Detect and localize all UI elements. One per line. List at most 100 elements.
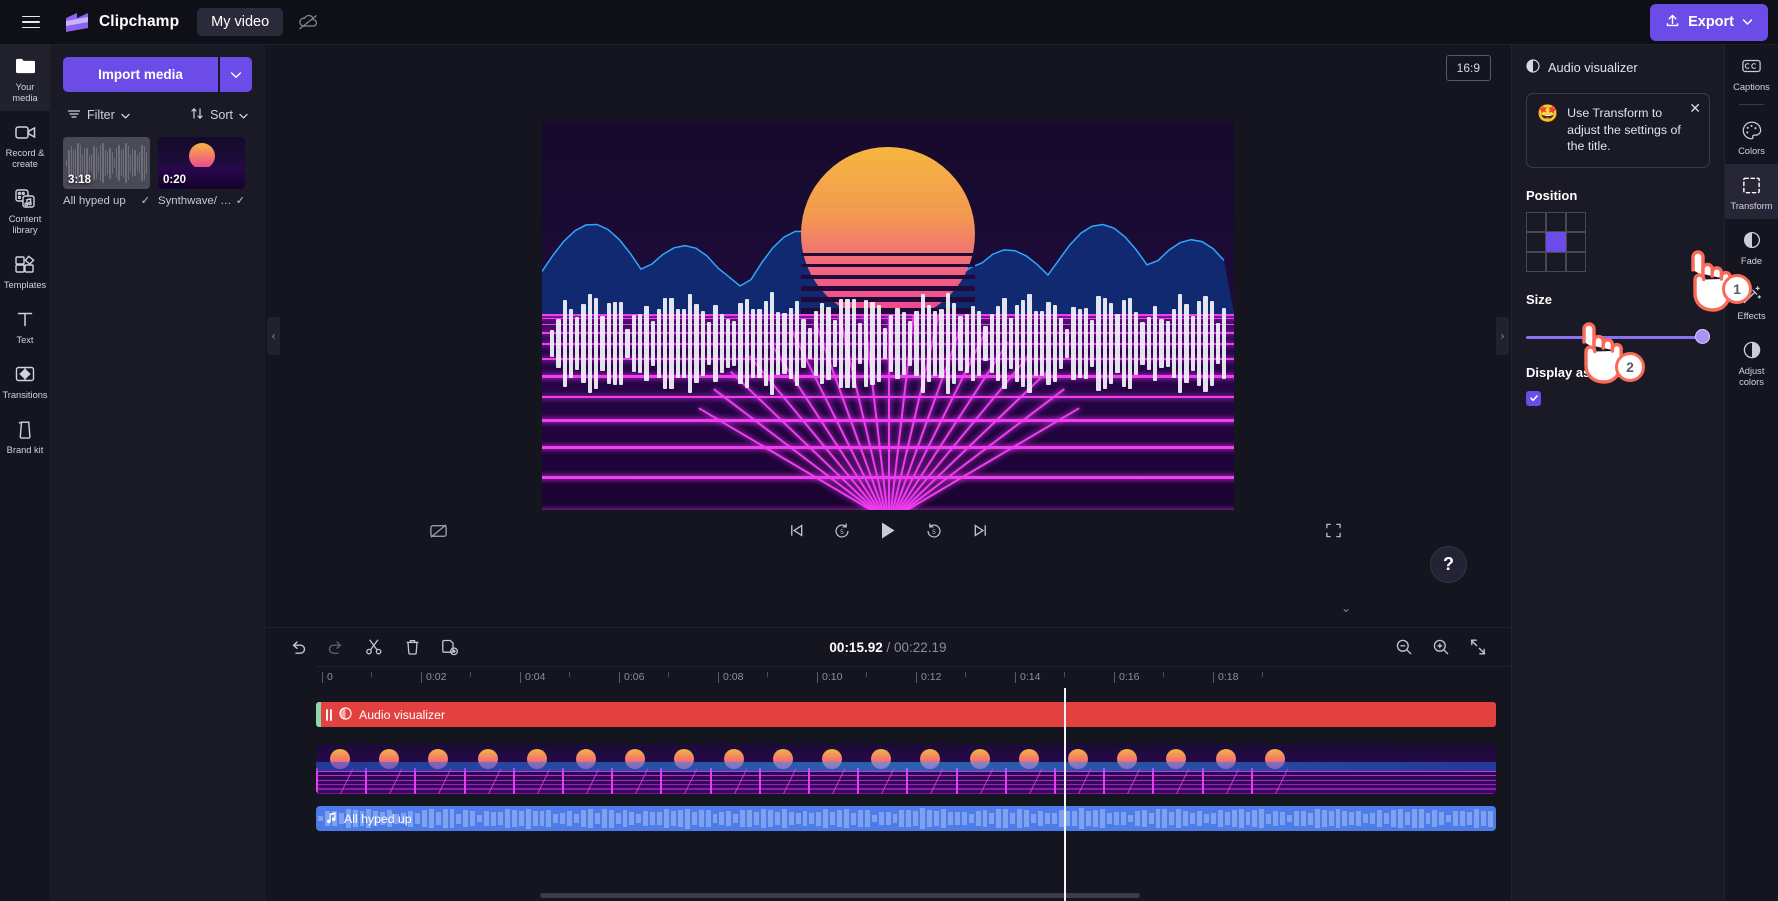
sidebar-item-record-create[interactable]: Record & create (0, 111, 50, 177)
timeline-ruler[interactable]: 0 0:02 0:04 0:06 0:08 0:10 0:12 0:14 0:16 0:18 (316, 666, 1511, 688)
rail-item-captions[interactable]: Captions (1725, 45, 1778, 100)
fit-to-screen-icon[interactable] (1467, 636, 1489, 658)
clipchamp-logo-icon (64, 12, 90, 33)
rail-item-adjust-colors[interactable]: Adjust colors (1725, 329, 1778, 395)
transport-controls: 5 5 (783, 518, 993, 544)
position-cell-bottom-left[interactable] (1526, 251, 1546, 272)
sidebar-item-your-media[interactable]: Your media (0, 45, 50, 111)
captions-off-icon[interactable] (425, 518, 451, 544)
aspect-ratio-button[interactable]: 16:9 (1445, 55, 1491, 81)
help-button[interactable]: ? (1430, 546, 1467, 583)
ruler-minor-tick (668, 672, 669, 677)
sidebar-item-label: Transitions (2, 390, 48, 400)
position-cell-top-right[interactable] (1566, 211, 1586, 232)
palette-icon (1740, 118, 1764, 142)
hamburger-icon[interactable] (14, 5, 48, 39)
tooltip-text: Use Transform to adjust the settings of … (1567, 106, 1681, 153)
play-button[interactable] (875, 518, 901, 544)
sidebar-item-content-library[interactable]: Content library (0, 177, 50, 243)
position-cell-bottom-center[interactable] (1546, 251, 1566, 272)
scissors-icon[interactable] (363, 636, 385, 658)
media-item[interactable]: 3:18 All hyped up ✓ (63, 137, 150, 207)
rail-item-colors[interactable]: Colors (1725, 109, 1778, 164)
zoom-in-icon[interactable] (1430, 636, 1452, 658)
properties-panel: Audio visualizer 🤩 Use Transform to adju… (1511, 45, 1724, 901)
timeline: 00:15.92 / 00:22.19 0 0:02 0:04 0:06 0:0… (265, 627, 1511, 901)
cloud-off-icon[interactable] (295, 9, 321, 35)
position-cell-middle-center[interactable] (1546, 231, 1566, 252)
sidebar-item-templates[interactable]: Templates (0, 243, 50, 298)
svg-text:5: 5 (840, 528, 844, 535)
redo-icon[interactable] (325, 636, 347, 658)
clip-label: Audio visualizer (359, 707, 446, 722)
ruler-minor-tick (1064, 672, 1065, 677)
sidebar-item-transitions[interactable]: Transitions (0, 353, 50, 408)
ruler-minor-tick (866, 672, 867, 677)
ruler-tick: 0:02 (420, 671, 447, 683)
video-preview-canvas[interactable] (542, 120, 1234, 510)
trash-icon[interactable] (401, 636, 423, 658)
position-cell-top-left[interactable] (1526, 211, 1546, 232)
timeline-edit-tools (287, 636, 461, 658)
sort-arrows-icon (190, 107, 204, 123)
import-media-button[interactable]: Import media (63, 57, 218, 92)
tooltip-card: 🤩 Use Transform to adjust the settings o… (1526, 93, 1710, 168)
timeline-clip-audio-visualizer[interactable]: Audio visualizer (316, 702, 1496, 727)
time-separator: / (886, 639, 891, 655)
sidebar-item-brand-kit[interactable]: Brand kit (0, 408, 50, 463)
display-as-bars-checkbox[interactable] (1526, 390, 1541, 406)
grid-line (316, 784, 1496, 786)
check-icon: ✓ (140, 195, 150, 207)
clip-drag-handle[interactable] (326, 708, 332, 721)
ruler-tick: 0:04 (519, 671, 546, 683)
export-button[interactable]: Export (1650, 3, 1768, 41)
skip-to-end-icon[interactable] (967, 518, 993, 544)
rail-item-effects[interactable]: Effects (1725, 274, 1778, 329)
sidebar-item-text[interactable]: Text (0, 298, 50, 353)
rewind-5-icon[interactable]: 5 (829, 518, 855, 544)
sort-button[interactable]: Sort (190, 107, 248, 123)
project-name-field[interactable]: My video (197, 8, 284, 36)
media-item[interactable]: 0:20 Synthwave/ v... ✓ (158, 137, 245, 207)
position-cell-top-center[interactable] (1546, 211, 1566, 232)
sidebar-item-label: Brand kit (6, 445, 44, 455)
timeline-clip-all-hyped-up[interactable]: All hyped up (316, 806, 1496, 831)
clipchamp-app: Clipchamp My video Export Your media Rec… (0, 0, 1778, 901)
import-media-dropdown-icon[interactable] (220, 57, 252, 92)
close-icon[interactable]: ✕ (1689, 101, 1701, 115)
size-slider[interactable] (1526, 328, 1710, 345)
library-icon (13, 186, 37, 210)
audio-visualizer-bars[interactable] (542, 289, 1234, 399)
rail-item-fade[interactable]: Fade (1725, 219, 1778, 274)
timeline-clip-video[interactable] (316, 744, 1496, 794)
left-navigation-rail: Your media Record & create Content libra… (0, 45, 51, 901)
position-cell-middle-right[interactable] (1566, 231, 1586, 252)
chevron-down-icon[interactable]: ⌄ (1341, 601, 1351, 615)
position-cell-middle-left[interactable] (1526, 231, 1546, 252)
skip-to-start-icon[interactable] (783, 518, 809, 544)
undo-icon[interactable] (287, 636, 309, 658)
forward-5-icon[interactable]: 5 (921, 518, 947, 544)
adjust-colors-icon (1740, 338, 1764, 362)
position-cell-bottom-right[interactable] (1566, 251, 1586, 272)
ruler-tick: 0:16 (1113, 671, 1140, 683)
ruler-minor-tick (470, 672, 471, 677)
filter-button[interactable]: Filter (67, 107, 130, 123)
chevron-down-icon (239, 108, 248, 122)
slider-knob[interactable] (1695, 328, 1710, 344)
duplicate-icon[interactable] (439, 636, 461, 658)
chevron-left-icon[interactable]: ‹ (267, 317, 280, 355)
zoom-out-icon[interactable] (1393, 636, 1415, 658)
grid-line (316, 792, 1496, 794)
timeline-toolbar: 00:15.92 / 00:22.19 (265, 628, 1511, 666)
rail-item-transform[interactable]: Transform (1725, 164, 1778, 219)
timeline-horizontal-scrollbar[interactable] (540, 893, 1140, 898)
svg-text:5: 5 (932, 528, 936, 535)
magic-wand-icon (1740, 283, 1764, 307)
transitions-icon (13, 362, 37, 386)
fullscreen-icon[interactable] (1320, 518, 1346, 544)
chevron-right-icon[interactable]: › (1496, 317, 1509, 355)
grid-line (316, 779, 1496, 781)
sun-stripe (801, 263, 975, 268)
playhead[interactable] (1064, 688, 1067, 901)
